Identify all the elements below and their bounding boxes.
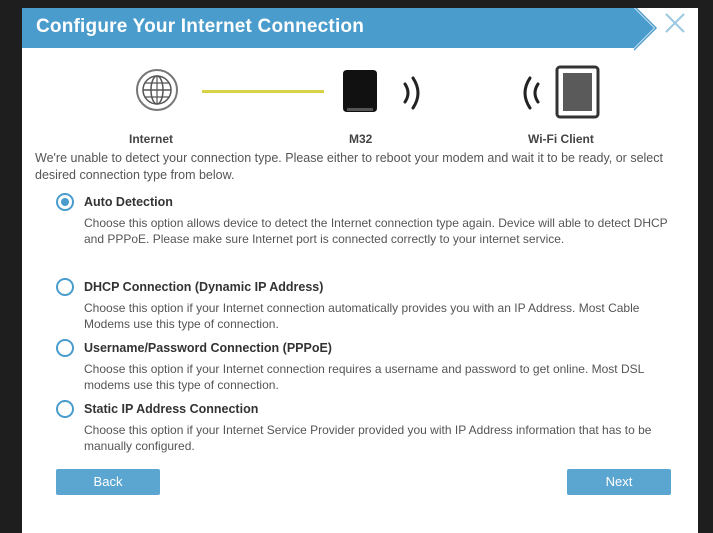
next-button[interactable]: Next xyxy=(567,469,671,495)
device-label: M32 xyxy=(349,132,373,146)
radio-static-ip[interactable] xyxy=(56,400,74,418)
option-description: Choose this option if your Internet Serv… xyxy=(84,423,652,453)
option-title[interactable]: DHCP Connection (Dynamic IP Address) xyxy=(84,280,323,294)
option-title[interactable]: Static IP Address Connection xyxy=(84,402,258,416)
phone-icon xyxy=(555,65,600,119)
globe-icon xyxy=(136,69,178,111)
radio-pppoe[interactable] xyxy=(56,339,74,357)
option-description: Choose this option if your Internet conn… xyxy=(84,362,644,392)
title-bar: Configure Your Internet Connection xyxy=(22,8,698,48)
client-label: Wi-Fi Client xyxy=(528,132,594,146)
frame-border-left xyxy=(0,0,22,533)
dialog-title: Configure Your Internet Connection xyxy=(36,16,365,37)
option-title[interactable]: Auto Detection xyxy=(84,195,173,209)
frame-border-right xyxy=(698,0,713,533)
wifi-signal-icon xyxy=(523,76,540,110)
option-description: Choose this option if your Internet conn… xyxy=(84,301,640,331)
connection-diagram: Internet M32 Wi-Fi Client xyxy=(22,60,698,146)
intro-text: We're unable to detect your connection t… xyxy=(35,151,663,182)
radio-auto-detection[interactable] xyxy=(56,193,74,211)
internet-label: Internet xyxy=(129,132,174,146)
radio-dhcp[interactable] xyxy=(56,278,74,296)
close-icon xyxy=(633,5,698,52)
wifi-signal-icon xyxy=(403,76,420,110)
close-button[interactable] xyxy=(633,5,698,52)
connection-line xyxy=(202,90,324,93)
router-icon xyxy=(343,70,377,112)
option-description: Choose this option allows device to dete… xyxy=(84,216,668,246)
option-title[interactable]: Username/Password Connection (PPPoE) xyxy=(84,341,332,355)
back-button[interactable]: Back xyxy=(56,469,160,495)
frame-border-top xyxy=(0,0,713,8)
wizard-dialog: Configure Your Internet Connection Inter… xyxy=(22,5,698,533)
